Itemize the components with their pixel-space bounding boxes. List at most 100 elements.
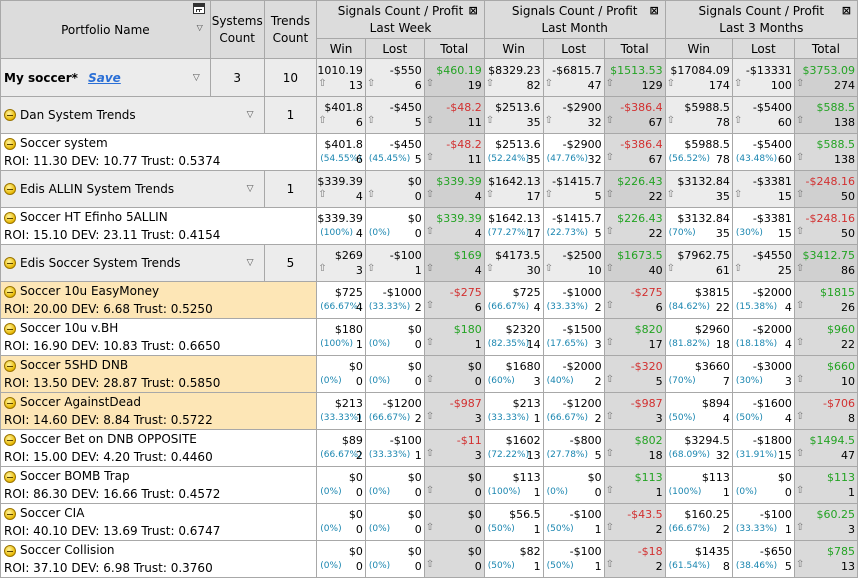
signal-count: 129: [641, 78, 663, 92]
profit-value: $1010.19: [317, 63, 363, 77]
system-name[interactable]: Soccer CIA: [20, 505, 84, 522]
system-name[interactable]: Soccer BOMB Trap: [20, 468, 130, 485]
signal-count: 17: [526, 227, 541, 240]
header-win[interactable]: Win: [316, 38, 366, 59]
system-name[interactable]: Soccer Bet on DNB OPPOSITE: [20, 431, 197, 448]
system-row[interactable]: Soccer CIA ROI: 40.10 DEV: 13.69 Trust: 0…: [0, 503, 858, 541]
system-name[interactable]: Soccer AgainstDead: [20, 394, 141, 411]
header-lost[interactable]: Lost: [731, 38, 795, 59]
win-cell: (100%) 1 $113: [664, 466, 733, 504]
system-row[interactable]: Soccer 5SHD DNB ROI: 13.50 DEV: 28.87 Tru…: [0, 355, 858, 393]
header-total[interactable]: Total: [603, 38, 666, 59]
chevron-down-icon[interactable]: ▽: [247, 184, 254, 194]
total-cell: ⇧ 2 -$18: [603, 540, 666, 578]
system-row[interactable]: Soccer BOMB Trap ROI: 86.30 DEV: 16.66 Tr…: [0, 466, 858, 504]
header-systems-count[interactable]: Systems Count: [209, 0, 265, 59]
system-name-cell[interactable]: Soccer AgainstDead ROI: 14.60 DEV: 8.84 T…: [0, 392, 318, 430]
system-name[interactable]: Soccer Collision: [20, 542, 115, 559]
header-total[interactable]: Total: [423, 38, 485, 59]
system-name-cell[interactable]: Soccer Collision ROI: 37.10 DEV: 6.98 Tru…: [0, 540, 318, 578]
signal-count: 0: [355, 523, 363, 536]
system-row[interactable]: Soccer system ROI: 11.30 DEV: 10.77 Trust…: [0, 133, 858, 171]
arrow-up-icon: ⇧: [733, 263, 743, 274]
profit-value: $113: [634, 471, 663, 484]
header-trends-count[interactable]: Trends Count: [263, 0, 318, 59]
system-name[interactable]: Soccer 10u EasyMoney: [20, 283, 159, 300]
signal-count: 2: [414, 301, 422, 314]
system-row[interactable]: Soccer 10u EasyMoney ROI: 20.00 DEV: 6.68…: [0, 281, 858, 319]
system-name[interactable]: Soccer 5SHD DNB: [20, 357, 128, 374]
neutral-face-icon: [4, 257, 16, 269]
system-name[interactable]: Soccer system: [20, 135, 108, 152]
arrow-up-icon: ⇧: [318, 263, 327, 274]
close-icon[interactable]: ⊠: [469, 2, 478, 19]
signal-count: 4: [355, 190, 363, 203]
header-win[interactable]: Win: [483, 38, 544, 59]
chevron-down-icon[interactable]: ▽: [247, 258, 254, 268]
system-row[interactable]: Soccer Bet on DNB OPPOSITE ROI: 15.00 DEV…: [0, 429, 858, 467]
system-name-cell[interactable]: Soccer HT Efinho 5ALLIN ROI: 15.10 DEV: 2…: [0, 207, 318, 245]
header-total[interactable]: Total: [793, 38, 858, 59]
percent-label: (47.76%): [546, 154, 588, 164]
signal-count: 7: [722, 375, 730, 388]
profit-value: $0: [467, 360, 482, 373]
percent-label: (38.46%): [735, 561, 778, 571]
chevron-down-icon[interactable]: ▽: [247, 110, 254, 120]
arrow-up-icon: ⇧: [605, 300, 615, 311]
system-name-cell[interactable]: Soccer Bet on DNB OPPOSITE ROI: 15.00 DEV…: [0, 429, 318, 467]
group-name-cell[interactable]: Edis ALLIN System Trends ▽: [0, 170, 265, 208]
profit-value: $4173.5: [495, 249, 541, 262]
profit-value: $0: [348, 360, 363, 373]
trend-group-row[interactable]: Edis ALLIN System Trends ▽ 1 ⇧ 4 $339.39 ⇧ 0 $0 ⇧…: [0, 170, 858, 208]
system-stats: ROI: 15.00 DEV: 4.20 Trust: 0.4460: [4, 449, 213, 464]
signal-count: 10: [841, 375, 855, 388]
system-name-cell[interactable]: Soccer BOMB Trap ROI: 86.30 DEV: 16.66 Tr…: [0, 466, 318, 504]
system-name-cell[interactable]: Soccer system ROI: 11.30 DEV: 10.77 Trust…: [0, 133, 318, 171]
system-row[interactable]: Soccer Collision ROI: 37.10 DEV: 6.98 Tru…: [0, 540, 858, 578]
chevron-down-icon[interactable]: ▽: [197, 23, 203, 32]
percent-label: (0%): [368, 561, 391, 571]
header-portfolio-name[interactable]: Portfolio Name ▽: [0, 0, 211, 59]
system-name-cell[interactable]: Soccer 10u v.BH ROI: 16.90 DEV: 10.83 Tru…: [0, 318, 318, 356]
close-icon[interactable]: ⊠: [649, 2, 658, 19]
group-name-cell[interactable]: Edis Soccer System Trends ▽: [0, 244, 265, 282]
system-row[interactable]: Soccer 10u v.BH ROI: 16.90 DEV: 10.83 Tru…: [0, 318, 858, 356]
portfolio-name-cell: My soccer* Save ▽: [0, 58, 211, 97]
neutral-face-icon: [4, 507, 16, 520]
header-win[interactable]: Win: [664, 38, 733, 59]
profit-value: $0: [777, 471, 792, 484]
win-cell: ⇧ 30 $4173.5: [483, 244, 544, 282]
percent-label: (61.54%): [668, 561, 710, 571]
profit-value: -$650: [759, 545, 792, 558]
system-row[interactable]: Soccer AgainstDead ROI: 14.60 DEV: 8.84 T…: [0, 392, 858, 430]
system-row[interactable]: Soccer HT Efinho 5ALLIN ROI: 15.10 DEV: 2…: [0, 207, 858, 245]
win-cell: ⇧ 174 $17084.09: [664, 58, 733, 97]
percent-label: (18.18%): [735, 339, 778, 349]
system-name-cell[interactable]: Soccer 10u EasyMoney ROI: 20.00 DEV: 6.68…: [0, 281, 318, 319]
header-lost[interactable]: Lost: [542, 38, 605, 59]
profit-value: $3815: [694, 286, 730, 299]
group-name-cell[interactable]: Dan System Trends ▽: [0, 96, 265, 134]
arrow-up-icon: ⇧: [605, 411, 615, 422]
header-lost[interactable]: Lost: [364, 38, 425, 59]
save-link[interactable]: Save: [88, 71, 121, 85]
signal-count: 15: [777, 227, 792, 240]
trend-group-row[interactable]: Edis Soccer System Trends ▽ 5 ⇧ 3 $269 ⇧ 1 -$100…: [0, 244, 858, 282]
system-name-cell[interactable]: Soccer 5SHD DNB ROI: 13.50 DEV: 28.87 Tru…: [0, 355, 318, 393]
trend-group-row[interactable]: Dan System Trends ▽ 1 ⇧ 6 $401.8 ⇧ 5 -$450 ⇧ 11 -$4…: [0, 96, 858, 134]
total-cell: ⇧ 8 -$706: [793, 392, 858, 430]
calendar-icon[interactable]: [192, 3, 205, 14]
system-stats: ROI: 20.00 DEV: 6.68 Trust: 0.5250: [4, 301, 213, 316]
system-name[interactable]: Soccer HT Efinho 5ALLIN: [20, 209, 168, 226]
profit-value: -$2000: [752, 323, 792, 336]
win-cell: (50%) 4 $894: [664, 392, 733, 430]
total-cell: ⇧ 0 $0: [423, 355, 485, 393]
system-name-cell[interactable]: Soccer CIA ROI: 40.10 DEV: 13.69 Trust: 0…: [0, 503, 318, 541]
win-cell: (100%) 1 $180: [316, 318, 366, 356]
signal-count: 2: [655, 560, 663, 573]
total-cell: ⇧ 2 -$43.5: [603, 503, 666, 541]
system-name[interactable]: Soccer 10u v.BH: [20, 320, 118, 337]
arrow-up-icon: ⇧: [795, 300, 805, 311]
chevron-down-icon[interactable]: ▽: [193, 73, 200, 83]
close-icon[interactable]: ⊠: [842, 2, 851, 19]
